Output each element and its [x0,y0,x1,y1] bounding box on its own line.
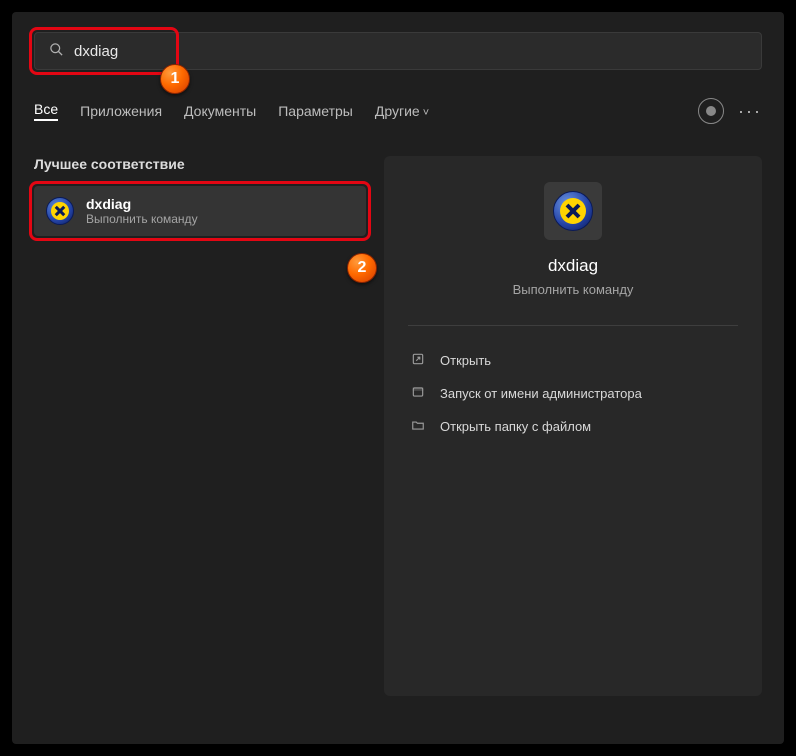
action-open-folder[interactable]: Открыть папку с файлом [408,410,738,443]
more-options-icon[interactable]: ··· [738,101,762,122]
tab-documents[interactable]: Документы [184,103,256,119]
detail-icon-box [544,182,602,240]
result-subtitle: Выполнить команду [86,212,198,226]
start-search-window: Все Приложения Документы Параметры Други… [12,12,784,744]
result-dxdiag[interactable]: dxdiag Выполнить команду [34,186,366,236]
annotation-badge-1: 1 [160,64,190,94]
divider [408,325,738,326]
best-match-label: Лучшее соответствие [34,156,366,172]
action-open[interactable]: Открыть [408,344,738,377]
action-folder-label: Открыть папку с файлом [440,419,591,434]
details-panel: dxdiag Выполнить команду Открыть Запуск … [384,156,762,696]
open-icon [410,352,426,369]
action-run-as-admin[interactable]: Запуск от имени администратора [408,377,738,410]
result-title: dxdiag [86,196,198,212]
action-admin-label: Запуск от имени администратора [440,386,642,401]
results-column: Лучшее соответствие dxdiag Выполнить ком… [34,156,366,696]
search-icon [49,42,64,61]
detail-subtitle: Выполнить команду [408,282,738,297]
dxdiag-icon [46,197,74,225]
dxdiag-icon [553,191,593,231]
detail-title: dxdiag [408,256,738,276]
profile-icon[interactable] [698,98,724,124]
search-input[interactable] [74,43,747,60]
annotation-badge-2: 2 [347,253,377,283]
tab-settings[interactable]: Параметры [278,103,353,119]
tab-more[interactable]: Другие [375,103,429,119]
folder-icon [410,418,426,435]
tab-apps[interactable]: Приложения [80,103,162,119]
filter-tabs: Все Приложения Документы Параметры Други… [34,98,762,124]
action-open-label: Открыть [440,353,491,368]
search-bar-container [34,32,762,70]
shield-icon [410,385,426,402]
search-box[interactable] [34,32,762,70]
tab-all[interactable]: Все [34,101,58,121]
